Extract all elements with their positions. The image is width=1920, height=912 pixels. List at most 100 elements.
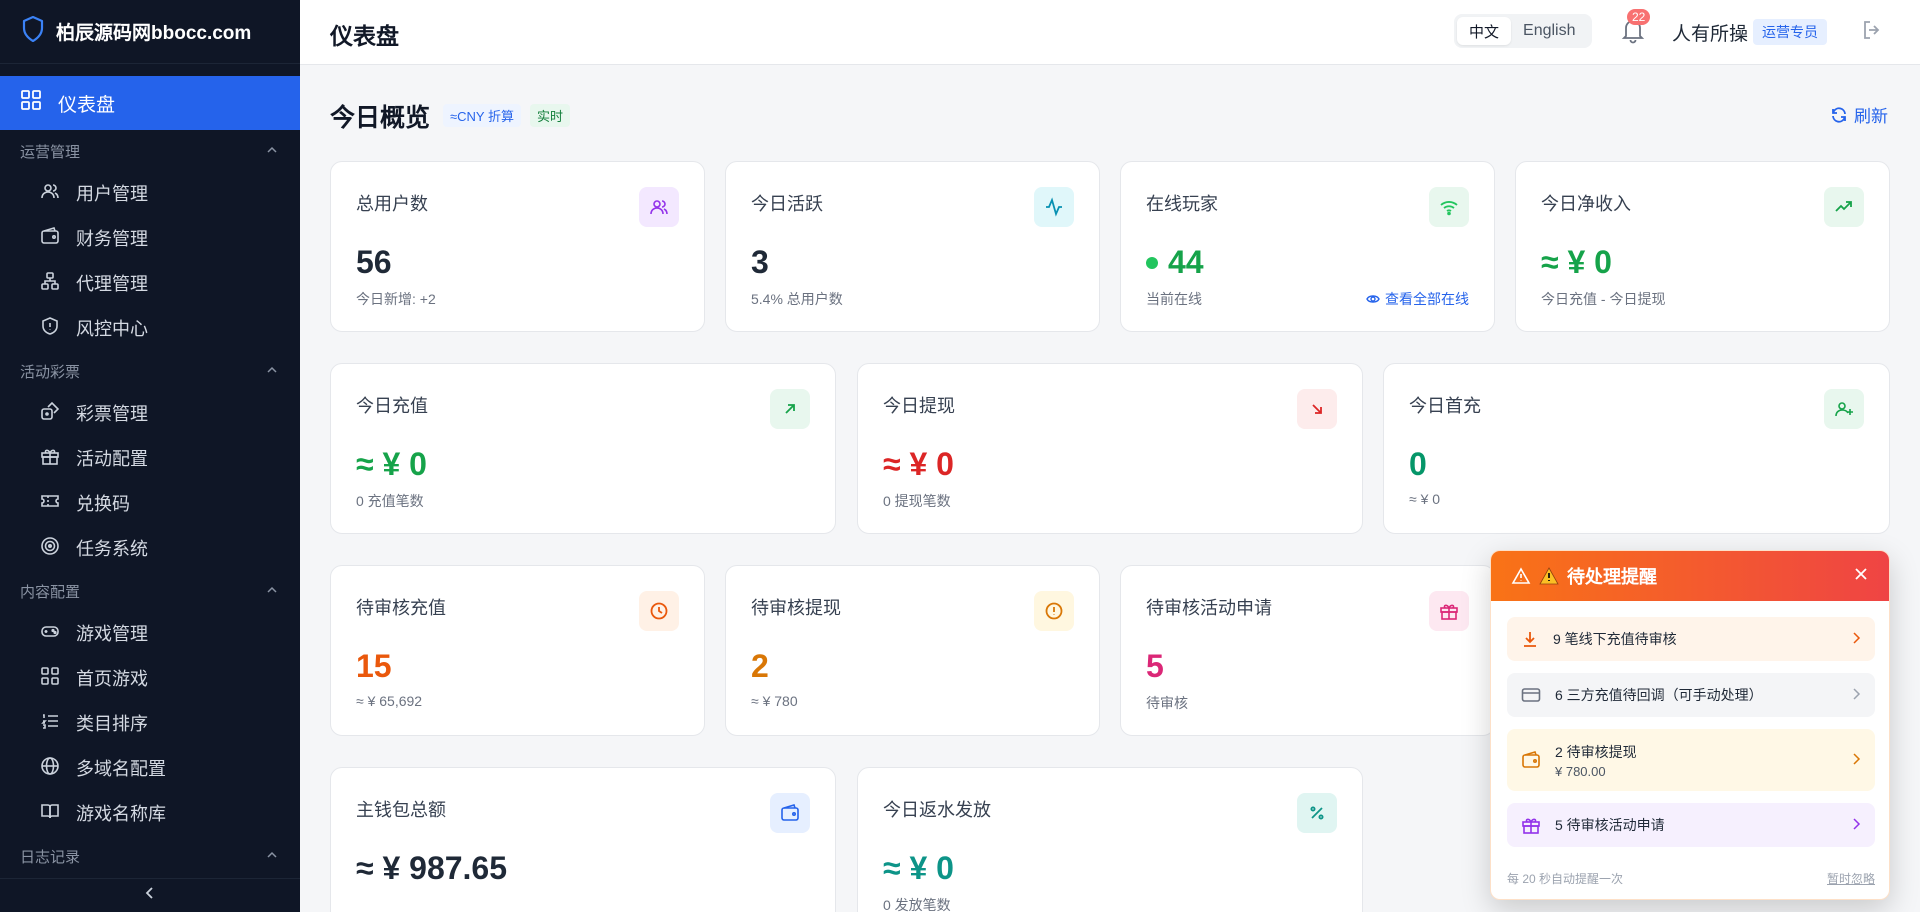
sidebar-item-label: 游戏名称库 — [76, 804, 166, 824]
card-sub: 0 发放笔数 — [883, 897, 951, 912]
activity-icon — [1034, 187, 1074, 227]
users-icon — [639, 187, 679, 227]
reminder-pending-activity[interactable]: 5 待审核活动申请 — [1507, 803, 1875, 847]
dismiss-button[interactable]: 暂时忽略 — [1827, 870, 1875, 887]
sidebar-item-label: 风控中心 — [76, 319, 148, 339]
card-total-users[interactable]: 总用户数 56 今日新增: +2 — [330, 161, 705, 332]
card-recharge-today[interactable]: 今日充值 ≈ ¥ 0 0 充值笔数 — [330, 363, 836, 534]
chevron-up-icon — [266, 848, 278, 865]
section-title: 运营管理 — [20, 143, 81, 161]
card-pending-activity[interactable]: 待审核活动申请 5 待审核 — [1120, 565, 1495, 736]
sidebar-item-label: 多域名配置 — [76, 759, 166, 779]
chevron-up-icon — [266, 143, 278, 160]
reminder-text: 9 笔线下充值待审核 — [1553, 631, 1677, 647]
sidebar-item-label: 仪表盘 — [58, 94, 116, 116]
sidebar-item-lottery[interactable]: 彩票管理 — [0, 393, 300, 433]
sidebar-item-risk[interactable]: 风控中心 — [0, 308, 300, 348]
view-all-online-link[interactable]: 查看全部在线 — [1366, 289, 1469, 309]
card-first-recharge[interactable]: 今日首充 0 ≈ ¥ 0 — [1383, 363, 1890, 534]
list-ordered-icon — [40, 711, 60, 736]
card-online-players[interactable]: 在线玩家 44 当前在线 查看全部在线 — [1120, 161, 1495, 332]
brand-name: 柏辰源码网bbocc.com — [56, 23, 252, 44]
card-label: 今日首充 — [1409, 396, 1481, 416]
sidebar-item-label: 首页游戏 — [76, 669, 148, 689]
percent-icon — [1297, 793, 1337, 833]
user-name[interactable]: 人有所操 — [1672, 19, 1748, 46]
sidebar-item-label: 用户管理 — [76, 184, 148, 204]
card-label: 今日充值 — [356, 396, 428, 416]
card-pending-recharge[interactable]: 待审核充值 15 ≈ ¥ 65,692 — [330, 565, 705, 736]
reminder-text: 5 待审核活动申请 — [1555, 817, 1665, 833]
card-sub: ≈ ¥ 0 — [1409, 491, 1441, 507]
target-icon — [40, 536, 60, 561]
card-active-today[interactable]: 今日活跃 3 5.4% 总用户数 — [725, 161, 1100, 332]
sidebar-item-label: 彩票管理 — [76, 404, 148, 424]
sidebar-item-game-names[interactable]: 游戏名称库 — [0, 793, 300, 833]
sidebar-item-category-sort[interactable]: 类目排序 — [0, 703, 300, 743]
sidebar-item-tasks[interactable]: 任务系统 — [0, 528, 300, 568]
section-title: 日志记录 — [20, 848, 81, 866]
sidebar-item-games[interactable]: 游戏管理 — [0, 613, 300, 653]
card-pending-withdraw[interactable]: 待审核提现 2 ≈ ¥ 780 — [725, 565, 1100, 736]
card-net-income[interactable]: 今日净收入 ≈ ¥ 0 今日充值 - 今日提现 — [1515, 161, 1890, 332]
logout-icon — [1864, 21, 1880, 39]
sidebar-item-redeem-code[interactable]: 兑换码 — [0, 483, 300, 523]
reminder-offline-recharge[interactable]: 9 笔线下充值待审核 — [1507, 617, 1875, 661]
card-label: 今日活跃 — [751, 194, 823, 214]
sidebar-item-home-games[interactable]: 首页游戏 — [0, 658, 300, 698]
sidebar-item-agents[interactable]: 代理管理 — [0, 263, 300, 303]
sidebar-section-activities[interactable]: 活动彩票 — [0, 357, 300, 385]
sidebar-item-domains[interactable]: 多域名配置 — [0, 748, 300, 788]
card-withdraw-today[interactable]: 今日提现 ≈ ¥ 0 0 提现笔数 — [857, 363, 1363, 534]
cny-tag: ≈CNY 折算 — [443, 104, 521, 127]
live-tag: 实时 — [530, 104, 571, 127]
refresh-button[interactable]: 刷新 — [1830, 102, 1888, 127]
eye-icon — [1366, 295, 1380, 303]
view-all-label: 查看全部在线 — [1385, 291, 1469, 307]
card-label: 在线玩家 — [1146, 194, 1218, 214]
section-title: 活动彩票 — [20, 363, 81, 381]
sidebar-section-operations[interactable]: 运营管理 — [0, 137, 300, 165]
trending-up-icon — [1824, 187, 1864, 227]
chevron-right-icon — [1851, 631, 1861, 648]
sidebar: 柏辰源码网bbocc.com 仪表盘 运营管理 用户管理 财务管理 代理管理 风… — [0, 0, 300, 912]
chevron-up-icon — [266, 583, 278, 600]
card-label: 总用户数 — [356, 194, 428, 214]
brand[interactable]: 柏辰源码网bbocc.com — [0, 0, 300, 64]
card-value: 56 — [356, 244, 392, 280]
card-value: 3 — [751, 244, 769, 280]
lang-zh-button[interactable]: 中文 — [1457, 17, 1512, 45]
top-header: 仪表盘 中文 English 22 人有所操 运营专员 — [300, 0, 1920, 65]
sidebar-item-users[interactable]: 用户管理 — [0, 173, 300, 213]
user-plus-icon — [1824, 389, 1864, 429]
sidebar-item-label: 财务管理 — [76, 229, 148, 249]
sidebar-item-finance[interactable]: 财务管理 — [0, 218, 300, 258]
sidebar-collapse-button[interactable] — [0, 878, 300, 912]
chevron-right-icon — [1851, 687, 1861, 704]
card-rebate-today[interactable]: 今日返水发放 ≈ ¥ 0 0 发放笔数 — [857, 767, 1363, 912]
sidebar-item-dashboard[interactable]: 仪表盘 — [0, 76, 300, 130]
close-icon — [1855, 567, 1867, 580]
refresh-icon — [1832, 106, 1846, 123]
card-main-wallet[interactable]: 主钱包总额 ≈ ¥ 987.65 — [330, 767, 836, 912]
gift-icon — [1429, 591, 1469, 631]
sidebar-section-logs[interactable]: 日志记录 — [0, 842, 300, 870]
reminder-third-party-callback[interactable]: 6 三方充值待回调（可手动处理） — [1507, 673, 1875, 717]
book-open-icon — [40, 801, 60, 826]
arrow-up-right-icon — [770, 389, 810, 429]
card-value: ≈ ¥ 0 — [883, 446, 954, 482]
sidebar-section-content[interactable]: 内容配置 — [0, 577, 300, 605]
auto-remind-note: 每 20 秒自动提醒一次 — [1507, 872, 1624, 886]
card-label: 今日净收入 — [1541, 194, 1631, 214]
logout-button[interactable] — [1860, 18, 1884, 47]
reminder-pending-withdraw[interactable]: 2 待审核提现 ¥ 780.00 — [1507, 729, 1875, 791]
lang-en-button[interactable]: English — [1511, 22, 1587, 40]
pending-reminder-popup: 待处理提醒 9 笔线下充值待审核 6 三方充值待回调（可手动处理） 2 待审核提… — [1490, 550, 1890, 900]
sidebar-item-activity-config[interactable]: 活动配置 — [0, 438, 300, 478]
card-sub: 0 提现笔数 — [883, 493, 951, 509]
popup-close-button[interactable] — [1853, 566, 1869, 587]
ticket-icon — [40, 491, 60, 516]
card-label: 待审核提现 — [751, 598, 841, 618]
role-badge: 运营专员 — [1753, 19, 1827, 45]
sidebar-item-label: 任务系统 — [76, 539, 148, 559]
